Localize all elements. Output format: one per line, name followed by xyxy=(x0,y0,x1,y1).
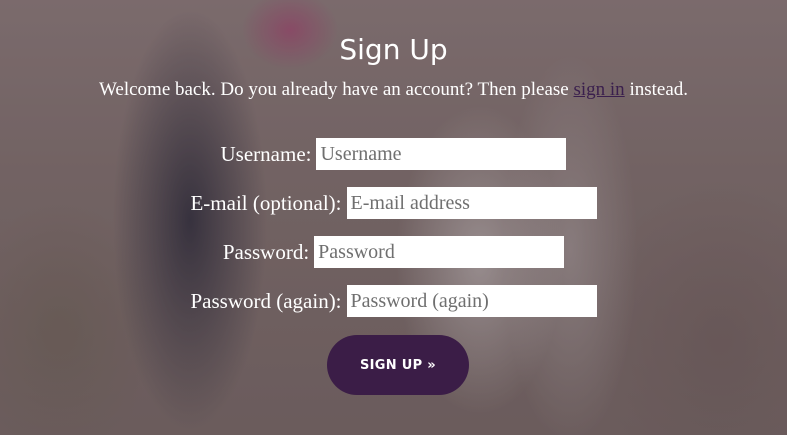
welcome-suffix: instead. xyxy=(624,79,689,100)
password-again-input[interactable] xyxy=(346,285,597,317)
username-input[interactable] xyxy=(316,138,567,170)
page-title: Sign Up xyxy=(339,33,448,66)
signup-button[interactable]: SIGN UP » xyxy=(327,335,469,395)
username-row: Username: xyxy=(0,138,787,170)
signup-panel: Sign Up Welcome back. Do you already hav… xyxy=(0,0,787,435)
email-row: E-mail (optional): xyxy=(0,187,787,219)
username-label: Username: xyxy=(220,141,312,166)
password-again-row: Password (again): xyxy=(0,285,787,317)
password-row: Password: xyxy=(0,236,787,268)
password-again-label: Password (again): xyxy=(190,288,342,313)
welcome-text: Welcome back. Do you already have an acc… xyxy=(0,78,787,102)
email-label: E-mail (optional): xyxy=(190,190,342,215)
welcome-prefix: Welcome back. Do you already have an acc… xyxy=(98,79,574,100)
password-label: Password: xyxy=(222,239,310,264)
password-input[interactable] xyxy=(314,236,565,268)
email-input[interactable] xyxy=(346,187,597,219)
signin-link[interactable]: sign in xyxy=(573,79,624,100)
